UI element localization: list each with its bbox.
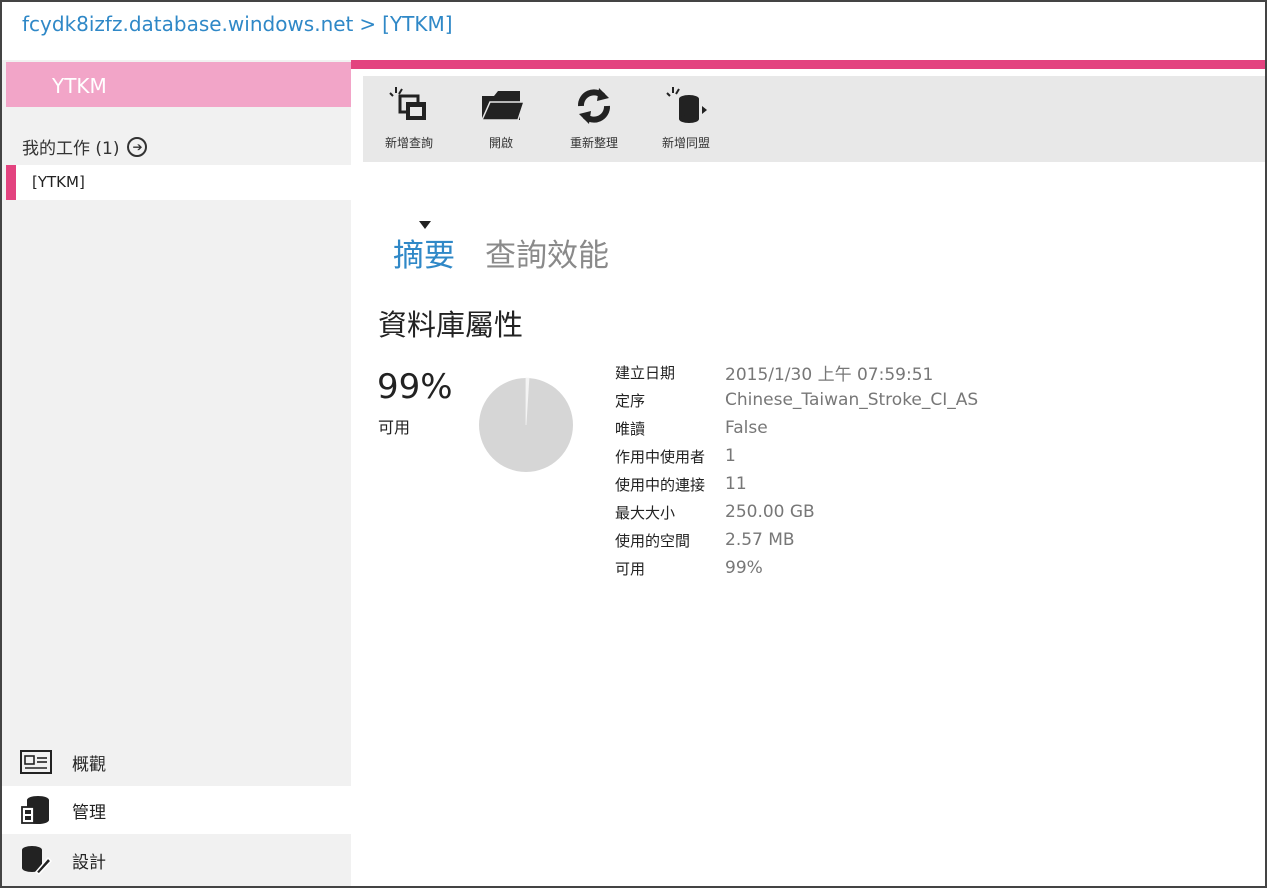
arrow-right-circle-icon[interactable]: ➔ xyxy=(127,136,148,157)
toolbar: 新增查詢 開啟 重新整理 新增同盟 xyxy=(363,76,1265,162)
nav-label-overview: 概觀 xyxy=(72,754,106,775)
design-icon xyxy=(20,846,52,875)
refresh-label: 重新整理 xyxy=(569,136,618,150)
property-row: 使用的空間 2.57 MB xyxy=(615,526,978,554)
new-query-button[interactable]: 新增查詢 xyxy=(368,84,450,154)
nav-item-manage[interactable]: 管理 xyxy=(2,786,351,834)
property-key: 唯讀 xyxy=(615,419,646,438)
overview-icon xyxy=(20,748,52,776)
database-title: YTKM xyxy=(6,62,351,107)
tab-query-performance[interactable]: 查詢效能 xyxy=(485,230,609,275)
open-button[interactable]: 開啟 xyxy=(460,84,542,154)
nav-item-overview[interactable]: 概觀 xyxy=(2,738,351,786)
property-key: 建立日期 xyxy=(615,363,676,382)
new-federation-button[interactable]: 新增同盟 xyxy=(645,84,727,154)
property-row: 作用中使用者 1 xyxy=(615,442,978,470)
properties-list: 建立日期 2015/1/30 上午 07:59:51 定序 Chinese_Taiwa… xyxy=(615,358,978,582)
property-row: 唯讀 False xyxy=(615,414,978,442)
tab-summary-label: 摘要 xyxy=(393,238,455,274)
availability-percent: 99% xyxy=(377,367,453,407)
my-work-header[interactable]: 我的工作 (1) ➔ xyxy=(22,134,148,159)
tab-query-performance-label: 查詢效能 xyxy=(485,238,609,274)
property-row: 最大大小 250.00 GB xyxy=(615,498,978,526)
tab-bar: 摘要 查詢效能 xyxy=(393,221,609,275)
breadcrumb-separator: > xyxy=(359,12,377,36)
breadcrumb-server-link[interactable]: fcydk8izfz.database.windows.net xyxy=(22,12,353,36)
new-query-label: 新增查詢 xyxy=(384,136,433,150)
window-frame: fcydk8izfz.database.windows.net > [YTKM] Y… xyxy=(0,0,1267,888)
property-value: 250.00 GB xyxy=(725,502,815,522)
sidebar: YTKM 我的工作 (1) ➔ [YTKM] 概觀 管理 設計 xyxy=(2,60,351,886)
main-content: 新增查詢 開啟 重新整理 新增同盟 摘要 查詢效能 資料庫屬性 99% 可用 建… xyxy=(351,60,1265,886)
new-query-icon xyxy=(389,87,426,120)
new-federation-icon xyxy=(666,87,707,123)
breadcrumb-database-link[interactable]: [YTKM] xyxy=(382,12,452,36)
nav-label-design: 設計 xyxy=(72,852,106,873)
property-key: 可用 xyxy=(615,559,646,578)
property-key: 最大大小 xyxy=(615,503,676,522)
open-label: 開啟 xyxy=(488,136,513,150)
accent-strip xyxy=(351,60,1265,69)
property-row: 定序 Chinese_Taiwan_Stroke_CI_AS xyxy=(615,386,978,414)
availability-label: 可用 xyxy=(378,418,411,437)
manage-icon xyxy=(20,796,52,824)
property-row: 可用 99% xyxy=(615,554,978,582)
nav-label-manage: 管理 xyxy=(72,802,106,823)
property-key: 定序 xyxy=(615,391,646,410)
breadcrumb: fcydk8izfz.database.windows.net > [YTKM] xyxy=(22,12,453,36)
property-row: 使用中的連接 11 xyxy=(615,470,978,498)
property-value: 1 xyxy=(725,446,736,466)
property-value: 2015/1/30 上午 07:59:51 xyxy=(725,364,934,385)
my-work-label: 我的工作 (1) xyxy=(22,139,120,159)
top-bar: fcydk8izfz.database.windows.net > [YTKM] xyxy=(2,2,1265,60)
caret-down-icon xyxy=(419,221,431,229)
refresh-icon xyxy=(578,88,610,124)
property-row: 建立日期 2015/1/30 上午 07:59:51 xyxy=(615,358,978,386)
new-federation-label: 新增同盟 xyxy=(661,136,710,150)
property-value: False xyxy=(725,418,768,438)
property-key: 使用中的連接 xyxy=(615,475,706,494)
refresh-button[interactable]: 重新整理 xyxy=(553,84,635,154)
property-value: 99% xyxy=(725,558,763,578)
section-title: 資料庫屬性 xyxy=(378,308,524,342)
property-key: 作用中使用者 xyxy=(615,447,706,466)
folder-open-icon xyxy=(480,91,524,121)
property-value: Chinese_Taiwan_Stroke_CI_AS xyxy=(725,390,979,410)
property-value: 11 xyxy=(725,474,747,494)
property-key: 使用的空間 xyxy=(615,531,691,550)
work-item-ytkm[interactable]: [YTKM] xyxy=(6,165,351,200)
tab-summary[interactable]: 摘要 xyxy=(393,221,455,275)
nav-item-design[interactable]: 設計 xyxy=(2,836,351,884)
work-item-label: [YTKM] xyxy=(32,173,85,191)
availability-pie-chart xyxy=(479,377,573,472)
property-value: 2.57 MB xyxy=(725,530,795,550)
